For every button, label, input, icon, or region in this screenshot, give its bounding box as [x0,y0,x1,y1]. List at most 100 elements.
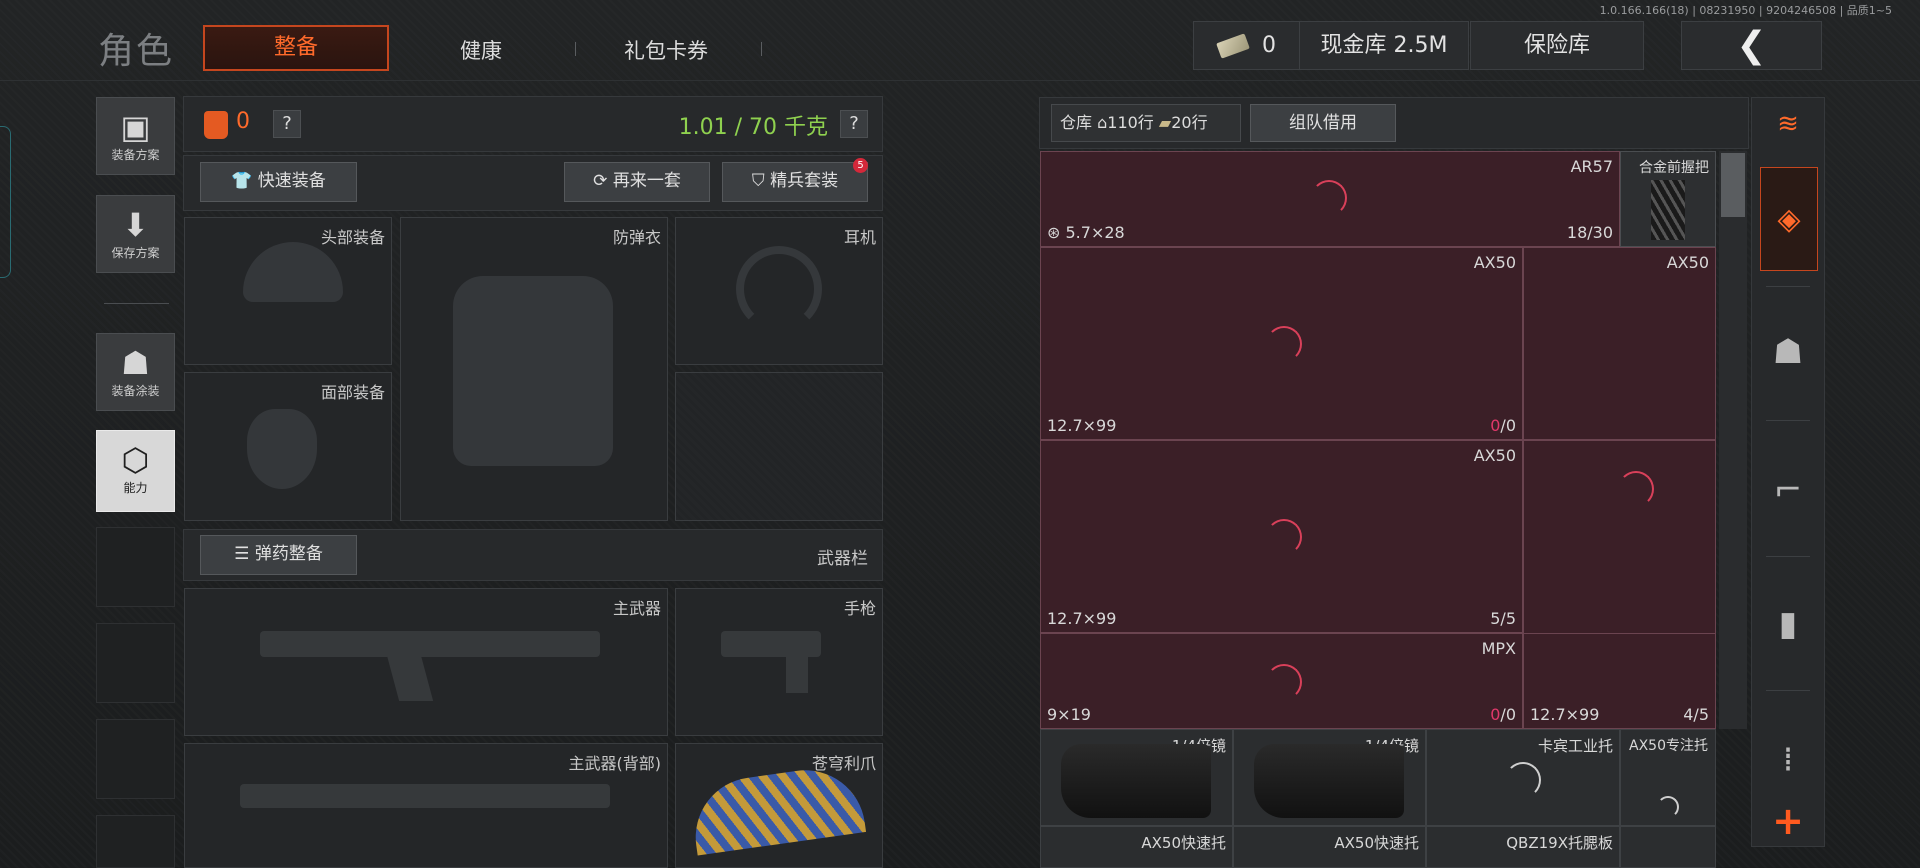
category-divider [1766,420,1810,421]
equip-paint-button[interactable]: ☗ 装备涂装 [96,333,175,411]
ammo-stack-icon: ☰ [234,544,250,564]
quick-equip-button[interactable]: 👕 快速装备 [200,162,357,202]
cash-storage-button[interactable]: 现金库 2.5M [1299,21,1469,70]
headset-icon [736,246,822,332]
head-slot[interactable]: 头部装备 [184,217,392,365]
loading-spinner-icon [1311,180,1347,216]
attachment-scope-1[interactable]: 1/4倍镜 [1040,729,1233,826]
armor-count: 0 [236,109,250,134]
ammo-equip-button[interactable]: ☰ 弹药整备 [200,535,357,575]
warehouse-item-ax50-d[interactable] [1523,440,1716,633]
attachment-carbine-stock[interactable]: 卡宾工业托 [1426,729,1620,826]
redo-button[interactable]: ⟳ 再来一套 [564,162,710,202]
category-ammo-icon[interactable]: ⁞ [1752,710,1824,810]
empty-gear-slot[interactable] [675,372,883,521]
currency-display[interactable]: 0 [1193,21,1301,70]
attachment-qbz-cheek[interactable]: QBZ19X托腮板 [1426,826,1620,868]
warehouse-item-ax50-c[interactable]: AX50 12.7×99 5/5 [1040,440,1523,633]
item-count: 0/0 [1490,705,1516,724]
vest-slot-label: 防弹衣 [612,228,661,247]
category-all-icon[interactable]: ◈ [1760,167,1818,271]
helmet-icon [243,242,343,302]
primary-back-label: 主武器(背部) [568,754,662,773]
item-name: 卡宾工业托 [1537,737,1613,755]
head-slot-label: 头部装备 [320,228,385,247]
elite-set-button[interactable]: ⛉ 精兵套装 [722,162,868,202]
sidebar-empty-slot [96,623,175,703]
ability-button[interactable]: ⬡ 能力 [96,430,175,512]
loading-spinner-icon [1618,471,1654,507]
attachment-ax50-quick-stock-2[interactable]: AX50快速托 [1233,826,1426,868]
warehouse-scrollbar[interactable] [1719,151,1747,729]
item-name: QBZ19X托腮板 [1506,834,1613,852]
scope-icon [1061,744,1211,818]
attachment-empty[interactable] [1620,826,1716,868]
ammo-icon: ▰ [1158,113,1172,132]
attachment-ax50-quick-stock[interactable]: AX50快速托 [1040,826,1233,868]
category-magazine-icon[interactable]: ▮ [1752,574,1824,674]
sidebar-empty-slot [96,719,175,799]
item-caliber: 12.7×99 [1530,705,1600,724]
item-name: AR57 [1570,157,1613,176]
helmet-paint-icon: ☗ [121,344,150,382]
version-text: 1.0.166.166(18) | 08231950 | 9204246508 … [1599,4,1892,17]
shield-icon: ⛉ [751,171,765,191]
foregrip-icon [1651,180,1685,240]
tab-health[interactable]: 健康 [460,35,502,65]
headset-slot[interactable]: 耳机 [675,217,883,365]
tab-divider [575,42,576,56]
team-borrow-button[interactable]: 组队借用 [1250,104,1396,142]
item-count: 5/5 [1490,609,1516,628]
vest-slot[interactable]: 防弹衣 [400,217,668,521]
equip-paint-label: 装备涂装 [111,384,160,398]
primary-weapon-label: 主武器 [612,599,661,618]
header-divider [0,80,1920,81]
pistol-slot[interactable]: 手枪 [675,588,883,736]
tab-equip[interactable]: 整备 [203,25,389,71]
warehouse-item-ar57[interactable]: AR57 ⊛ 5.7×28 18/30 [1040,151,1620,247]
primary-weapon-slot[interactable]: 主武器 [184,588,668,736]
sidebar-empty-slot [96,815,175,868]
warehouse-item-ax50[interactable]: AX50 12.7×99 0/0 [1040,247,1523,440]
item-name: AX50快速托 [1141,834,1226,852]
loadout-status-bar: 0 ? 1.01 / 70 千克 ? [183,96,883,152]
melee-slot[interactable]: 苍穹利爪 [675,743,883,868]
primary-back-slot[interactable]: 主武器(背部) [184,743,668,868]
loading-spinner-icon [1266,664,1302,700]
warehouse-item-ammo[interactable]: 12.7×99 4/5 [1523,633,1716,729]
warehouse-rows: 110行 [1107,113,1154,132]
pistol-grip-shape [786,653,808,693]
warehouse-item-ax50-b[interactable]: AX50 [1523,247,1716,440]
vest-icon [453,276,613,466]
save-plan-button[interactable]: ⬇ 保存方案 [96,195,175,273]
attachment-ax50-stock[interactable]: AX50专注托 [1620,729,1716,826]
sort-stack-icon[interactable]: ≋ [1752,98,1824,150]
warehouse-item-grip[interactable]: 合金前握把 [1620,151,1716,247]
item-count: 18/30 [1566,223,1613,242]
download-icon: ⬇ [122,206,149,244]
left-edge-handle[interactable] [0,126,11,278]
loadout-plan-button[interactable]: ▣ 装备方案 [96,97,175,175]
warehouse-info[interactable]: 仓库 ⌂110行 ▰20行 [1051,104,1241,142]
tab-gift-cards[interactable]: 礼包卡券 [624,35,708,65]
melee-label: 苍穹利爪 [811,754,876,773]
item-caliber: 12.7×99 [1047,416,1117,435]
item-caliber: 12.7×99 [1047,609,1117,628]
item-name: 合金前握把 [1639,160,1709,176]
category-gear-icon[interactable]: ☗ [1752,302,1824,402]
back-button[interactable]: ❮ [1681,21,1822,70]
category-weapon-icon[interactable]: ⌐ [1752,440,1824,540]
attachment-scope-2[interactable]: 1/4倍镜 [1233,729,1426,826]
vest-icon: ▣ [120,108,151,146]
warehouse-item-mpx[interactable]: MPX 9×19 0/0 [1040,633,1523,729]
help-button[interactable]: ? [273,110,301,138]
loading-spinner-icon [1505,762,1541,798]
weight-help-button[interactable]: ? [840,110,868,138]
loading-spinner-icon [1266,519,1302,555]
safe-storage-button[interactable]: 保险库 [1470,21,1644,70]
rifle-mag-shape [386,655,434,701]
face-slot[interactable]: 面部装备 [184,372,392,521]
item-name: AX50 [1666,253,1709,272]
add-category-icon[interactable]: + [1752,796,1824,846]
scrollbar-thumb[interactable] [1721,153,1745,217]
